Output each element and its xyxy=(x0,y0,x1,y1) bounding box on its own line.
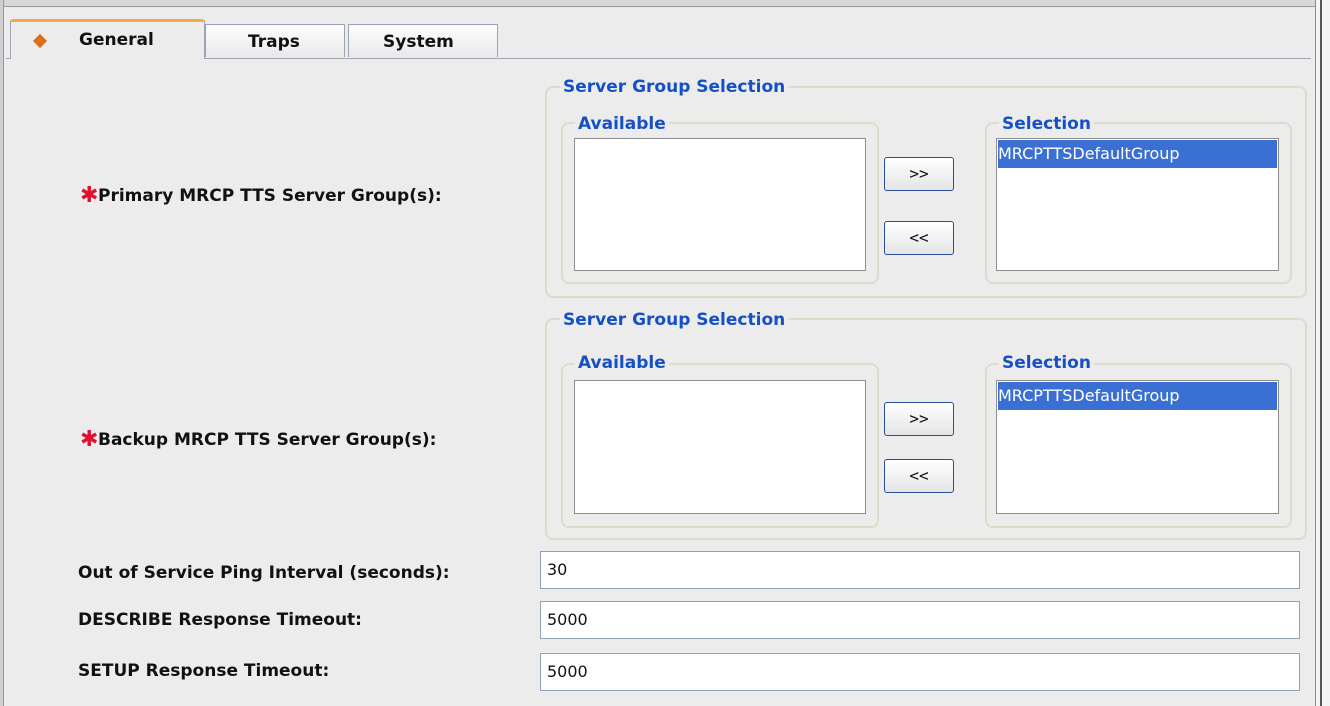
backup-available-list[interactable] xyxy=(574,380,866,514)
primary-available-list[interactable] xyxy=(574,138,866,271)
tab-label: System xyxy=(383,32,454,52)
describe-timeout-input[interactable]: 5000 xyxy=(540,601,1300,639)
asterisk-icon: ✱ xyxy=(80,183,99,208)
list-item[interactable]: MRCPTTSDefaultGroup xyxy=(998,382,1277,410)
ping-interval-input[interactable]: 30 xyxy=(540,551,1300,589)
backup-selection-title: Selection xyxy=(999,353,1094,373)
backup-remove-button[interactable]: << xyxy=(884,459,954,493)
backup-selection-list[interactable]: MRCPTTSDefaultGroup xyxy=(996,380,1279,514)
window-right-border xyxy=(1315,0,1330,706)
tab-label: Traps xyxy=(248,32,300,52)
asterisk-icon: ✱ xyxy=(80,427,99,452)
primary-remove-button[interactable]: << xyxy=(884,221,954,255)
primary-group-title: Server Group Selection xyxy=(560,77,789,97)
tab-general[interactable]: General xyxy=(10,19,205,59)
primary-server-group-label: Primary MRCP TTS Server Group(s): xyxy=(98,186,442,206)
backup-server-group-label: Backup MRCP TTS Server Group(s): xyxy=(98,430,437,450)
ping-interval-label: Out of Service Ping Interval (seconds): xyxy=(78,563,450,583)
window-top-border xyxy=(0,0,1330,7)
setup-timeout-label: SETUP Response Timeout: xyxy=(78,661,330,681)
describe-timeout-label: DESCRIBE Response Timeout: xyxy=(78,610,362,630)
tab-label: General xyxy=(79,30,154,50)
primary-available-title: Available xyxy=(575,114,669,134)
primary-selection-list[interactable]: MRCPTTSDefaultGroup xyxy=(996,138,1279,271)
tab-system[interactable]: System xyxy=(348,24,498,57)
list-item[interactable]: MRCPTTSDefaultGroup xyxy=(998,140,1277,168)
tab-traps[interactable]: Traps xyxy=(205,24,345,57)
config-window: General Traps System ✱ Primary MRCP TTS … xyxy=(0,0,1330,706)
diamond-icon xyxy=(32,33,48,49)
window-left-border xyxy=(0,0,4,706)
setup-timeout-input[interactable]: 5000 xyxy=(540,653,1300,691)
backup-group-title: Server Group Selection xyxy=(560,310,789,330)
primary-add-button[interactable]: >> xyxy=(884,157,954,191)
backup-add-button[interactable]: >> xyxy=(884,402,954,436)
backup-available-title: Available xyxy=(575,353,669,373)
primary-selection-title: Selection xyxy=(999,114,1094,134)
